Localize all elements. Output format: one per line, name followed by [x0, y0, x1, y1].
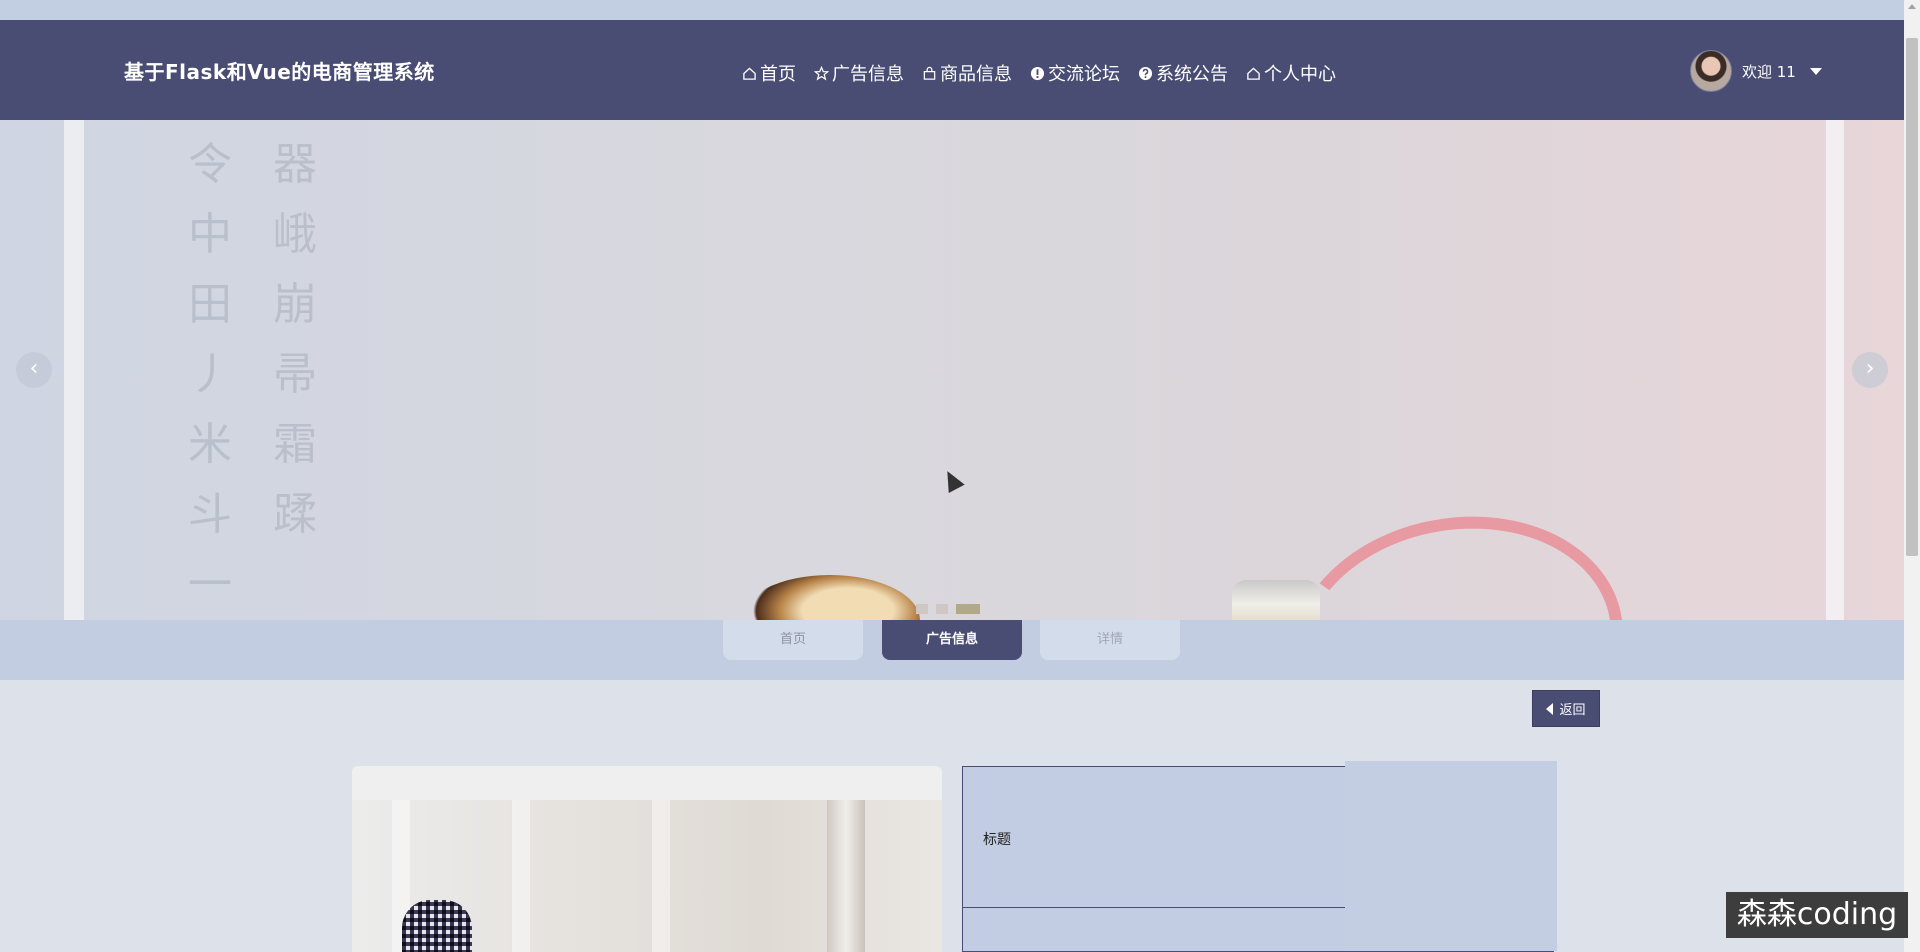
- detail-image-card: [352, 766, 942, 952]
- site-title: 基于Flask和Vue的电商管理系统: [124, 60, 435, 84]
- menu-item-label: 交流论坛: [1048, 64, 1120, 85]
- cup-image: [740, 575, 920, 620]
- breadcrumb-ads[interactable]: 广告信息: [882, 620, 1022, 660]
- main-menu: 首页 广告信息 商品信息 交流论坛 系统公告 个人中心: [742, 60, 1336, 86]
- menu-item-label: 个人中心: [1264, 64, 1336, 85]
- breadcrumb-home[interactable]: 首页: [723, 620, 863, 660]
- carousel-dot[interactable]: [916, 604, 928, 614]
- menu-item-label: 系统公告: [1156, 64, 1228, 85]
- menu-item-profile[interactable]: 个人中心: [1246, 60, 1336, 86]
- bag-icon: [923, 66, 936, 80]
- menu-item-label: 广告信息: [832, 64, 904, 85]
- decorative-glyphs: 器峨崩帚霜蹂: [273, 139, 317, 540]
- menu-item-home[interactable]: 首页: [742, 60, 796, 86]
- carousel-image-frame: [64, 120, 84, 620]
- caret-left-icon: [1546, 702, 1554, 715]
- menu-item-products[interactable]: 商品信息: [922, 60, 1012, 86]
- navbar: 基于Flask和Vue的电商管理系统 首页 广告信息 商品信息 交流论坛 系统公…: [0, 20, 1904, 120]
- carousel-next-button[interactable]: ›: [1852, 352, 1888, 388]
- question-circle-icon: [1138, 66, 1153, 80]
- menu-item-label: 商品信息: [940, 64, 1012, 85]
- home-icon: [1247, 66, 1260, 80]
- baluster: [827, 800, 865, 952]
- menu-item-ads[interactable]: 广告信息: [814, 60, 904, 86]
- breadcrumb: 首页 广告信息 详情: [0, 620, 1904, 680]
- carousel-prev-button[interactable]: ‹: [16, 352, 52, 388]
- info-side-panel: [1345, 761, 1557, 951]
- menu-item-notices[interactable]: 系统公告: [1138, 60, 1228, 86]
- info-circle-icon: [1030, 66, 1045, 80]
- detail-info-table: 标题: [962, 761, 1557, 952]
- home-icon: [743, 66, 756, 80]
- banner-carousel: 令中田丿米斗一 器峨崩帚霜蹂 ‹ ›: [0, 120, 1904, 620]
- decorative-glyphs: 令中田丿米斗一: [188, 139, 232, 610]
- caret-down-icon[interactable]: [1809, 67, 1822, 75]
- carousel-image-frame: [1826, 120, 1844, 620]
- scrollbar-thumb[interactable]: [1906, 38, 1918, 556]
- avatar[interactable]: [1690, 50, 1732, 92]
- user-menu[interactable]: 欢迎 11: [1690, 50, 1822, 92]
- menu-item-forum[interactable]: 交流论坛: [1030, 60, 1120, 86]
- cable-image: [1270, 490, 1644, 620]
- back-button-label: 返回: [1559, 703, 1586, 718]
- detail-image: [352, 800, 942, 952]
- basket: [402, 900, 472, 952]
- watermark: 森森coding: [1726, 892, 1908, 938]
- breadcrumb-detail: 详情: [1040, 620, 1180, 660]
- carousel-dot[interactable]: [936, 604, 948, 614]
- field-label-title: 标题: [983, 832, 1011, 848]
- info-row-title: 标题: [963, 767, 1345, 908]
- star-icon: [814, 65, 829, 80]
- curtain-fold: [512, 800, 530, 952]
- carousel-indicators: [916, 604, 980, 614]
- top-strip: [0, 0, 1904, 20]
- scroll-up-arrow-icon[interactable]: [1908, 4, 1916, 9]
- curtain-fold: [652, 800, 670, 952]
- menu-item-label: 首页: [760, 64, 796, 85]
- user-welcome: 欢迎 11: [1742, 62, 1796, 81]
- back-button[interactable]: 返回: [1532, 690, 1600, 727]
- carousel-dot-active[interactable]: [956, 604, 980, 614]
